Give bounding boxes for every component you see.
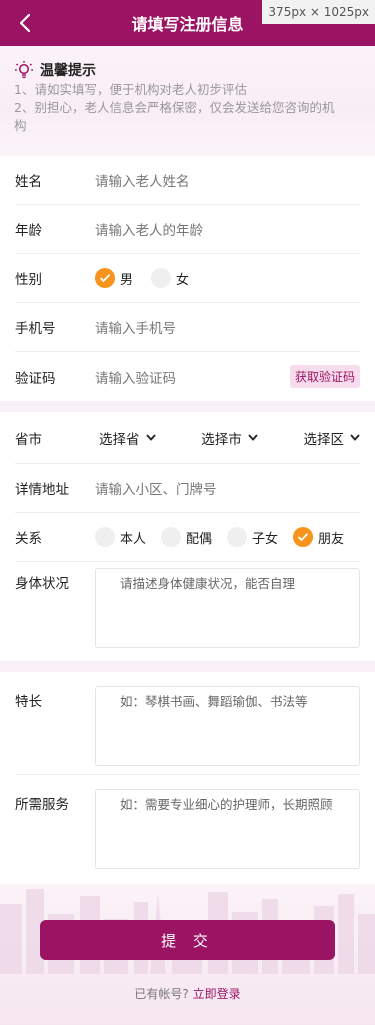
get-code-button[interactable]: 获取验证码 (289, 365, 360, 388)
health-label: 身体状况 (15, 576, 69, 592)
notice-line: 2、别担心，老人信息会严格保密，仅会发送给您咨询的机 (14, 100, 335, 115)
chevron-down-icon (350, 434, 360, 441)
province-select[interactable]: 选择省 (99, 428, 156, 448)
gender-option-female[interactable]: 女 (151, 268, 189, 288)
submit-button[interactable]: 提 交 (40, 920, 335, 960)
radio-checked-icon (293, 527, 314, 547)
gender-radio-group: 男 女 (95, 268, 207, 288)
relation-row: 关系 本人 配偶 子女 朋友 (15, 513, 360, 562)
size-badge: 375px × 1025px (262, 0, 375, 24)
login-prompt: 已有帐号? 立即登录 (0, 985, 375, 1002)
login-prompt-text: 已有帐号? (134, 987, 189, 1001)
radio-unchecked-icon (151, 268, 172, 288)
chevron-left-icon (19, 13, 31, 33)
radio-unchecked-icon (227, 527, 248, 547)
relation-option-friend[interactable]: 朋友 (293, 527, 344, 547)
district-select-value: 选择区 (303, 431, 345, 448)
service-row: 所需服务 如：需要专业细心的护理师，长期照顾 (15, 775, 360, 873)
gender-label: 性别 (15, 272, 42, 288)
health-row: 身体状况 请描述身体健康状况，能否自理 (15, 562, 360, 661)
radio-unchecked-icon (95, 527, 115, 547)
code-label: 验证码 (15, 370, 56, 387)
section-divider (0, 401, 375, 412)
top-bar: 请填写注册信息 375px × 1025px (0, 0, 375, 46)
skills-row: 特长 如：琴棋书画、舞蹈瑜伽、书法等 (15, 672, 360, 775)
phone-input[interactable]: 请输入手机号 (95, 317, 360, 337)
address-label: 详情地址 (15, 482, 69, 498)
login-link[interactable]: 立即登录 (193, 987, 241, 1001)
name-input[interactable]: 请输入老人姓名 (95, 170, 360, 190)
back-button[interactable] (12, 10, 38, 36)
city-select[interactable]: 选择市 (201, 428, 258, 448)
relation-label: 关系 (15, 531, 42, 547)
district-select[interactable]: 选择区 (304, 428, 361, 448)
city-select-value: 选择市 (201, 431, 242, 448)
skills-label: 特长 (15, 694, 42, 710)
notice-line: 1、请如实填写，便于机构对老人初步评估 (14, 82, 247, 97)
radio-checked-icon (95, 268, 115, 288)
chevron-down-icon (145, 434, 156, 441)
notice-header: 温馨提示 (14, 60, 361, 80)
age-input[interactable]: 请输入老人的年龄 (95, 219, 360, 239)
skills-textarea[interactable]: 如：琴棋书画、舞蹈瑜伽、书法等 (95, 686, 360, 766)
age-row: 年龄 请输入老人的年龄 (15, 205, 360, 254)
gender-option-label: 女 (176, 272, 190, 288)
name-row: 姓名 请输入老人姓名 (15, 156, 360, 205)
relation-option-child[interactable]: 子女 (227, 527, 278, 547)
address-row: 详情地址 请输入小区、门牌号 (15, 464, 360, 513)
code-input[interactable]: 请输入验证码 (95, 367, 290, 387)
code-row: 验证码 请输入验证码 获取验证码 (15, 352, 360, 401)
basic-info-section: 姓名 请输入老人姓名 年龄 请输入老人的年龄 性别 男 女 手机号 请输入手机号… (0, 156, 375, 401)
chevron-down-icon (248, 434, 258, 441)
relation-option-label: 子女 (252, 531, 279, 547)
relation-option-spouse[interactable]: 配偶 (161, 527, 212, 547)
relation-option-label: 本人 (120, 531, 147, 547)
health-textarea[interactable]: 请描述身体健康状况，能否自理 (95, 568, 360, 648)
extra-section: 特长 如：琴棋书画、舞蹈瑜伽、书法等 所需服务 如：需要专业细心的护理师，长期照… (0, 672, 375, 873)
region-label: 省市 (15, 431, 42, 448)
phone-label: 手机号 (15, 321, 56, 337)
gender-option-label: 男 (120, 272, 134, 288)
address-input[interactable]: 请输入小区、门牌号 (95, 478, 360, 498)
region-row: 省市 选择省 选择市 选择区 (15, 412, 360, 464)
page-title: 请填写注册信息 (131, 15, 244, 34)
radio-unchecked-icon (161, 527, 182, 547)
service-textarea[interactable]: 如：需要专业细心的护理师，长期照顾 (95, 789, 360, 869)
gender-option-male[interactable]: 男 (95, 268, 133, 288)
notice-title: 温馨提示 (40, 63, 96, 79)
lightbulb-icon (15, 61, 33, 79)
service-label: 所需服务 (15, 797, 69, 813)
address-section: 省市 选择省 选择市 选择区 详情地址 请输入小区、门牌号 关系 本人 配偶 子… (0, 412, 375, 661)
province-select-value: 选择省 (99, 431, 140, 448)
region-selects: 选择省 选择市 选择区 (95, 428, 360, 448)
footer: 提 交 已有帐号? 立即登录 (0, 884, 375, 1025)
relation-option-label: 朋友 (318, 531, 345, 547)
name-label: 姓名 (15, 174, 42, 190)
notice-line: 构 (14, 118, 27, 133)
age-label: 年龄 (15, 223, 42, 239)
relation-radio-group: 本人 配偶 子女 朋友 (95, 527, 344, 547)
section-divider (0, 661, 375, 672)
gender-row: 性别 男 女 (15, 254, 360, 303)
phone-row: 手机号 请输入手机号 (15, 303, 360, 352)
relation-option-self[interactable]: 本人 (95, 527, 146, 547)
notice-panel: 温馨提示 1、请如实填写，便于机构对老人初步评估 2、别担心，老人信息会严格保密… (0, 46, 375, 156)
relation-option-label: 配偶 (186, 531, 213, 547)
